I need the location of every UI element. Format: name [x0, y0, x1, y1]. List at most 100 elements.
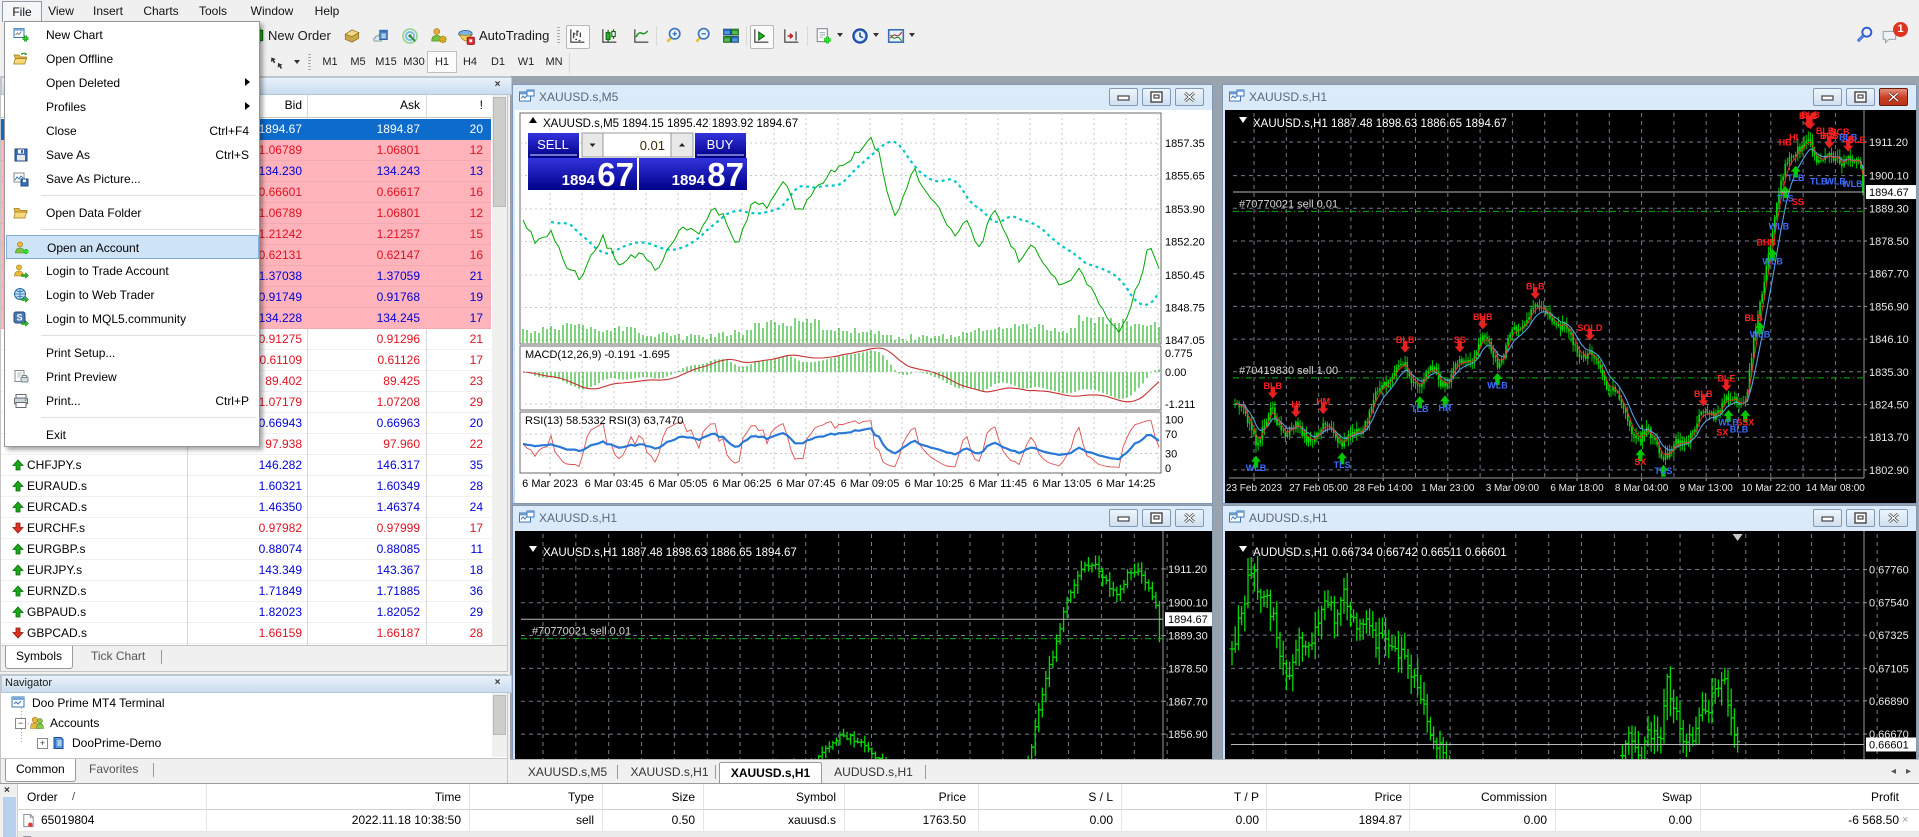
menu-item-open-offline[interactable]: Open Offline	[6, 47, 259, 71]
mw-row[interactable]: EURJPY.s143.349143.36718	[1, 560, 491, 581]
menu-file[interactable]: File	[2, 1, 42, 22]
mw-row[interactable]: EURCAD.s1.463501.4637424	[1, 497, 491, 518]
menu-tools[interactable]: Tools	[189, 1, 237, 21]
nav-item-accounts[interactable]: −Accounts	[1, 713, 481, 733]
strategy-tester-icon-button[interactable]	[399, 25, 421, 47]
maximize-button[interactable]	[1142, 88, 1171, 106]
mw-row[interactable]: CHFJPY.s146.282146.31735	[1, 455, 491, 476]
timeframe-m1[interactable]: M1	[316, 52, 344, 72]
terminal-close-icon[interactable]: ×	[4, 785, 10, 796]
tab-favorites[interactable]: Favorites	[79, 759, 148, 781]
market-watch-close-icon[interactable]: ×	[492, 79, 503, 90]
templates-icon-button[interactable]	[885, 25, 907, 47]
close-button[interactable]	[1879, 509, 1908, 527]
chart-window-titlebar[interactable]: XAUUSD.s,H1	[513, 506, 1212, 531]
maximize-button[interactable]	[1142, 509, 1171, 527]
timeframe-mn[interactable]: MN	[540, 52, 568, 72]
menu-item-profiles[interactable]: Profiles	[6, 95, 259, 119]
menu-help[interactable]: Help	[307, 1, 347, 21]
window-tab-1[interactable]: XAUUSD.s,M5	[522, 762, 613, 783]
timeframe-d1[interactable]: D1	[484, 52, 512, 72]
nav-scrollbar-thumb[interactable]	[493, 695, 506, 735]
menu-view[interactable]: View	[40, 1, 82, 21]
menu-item-print-[interactable]: Print...Ctrl+P	[6, 389, 259, 413]
tabs-scroll-right-icon[interactable]: ▸	[1906, 766, 1911, 777]
terminal-col-profit[interactable]: Profit	[1739, 787, 1899, 807]
mw-row[interactable]: EURNZD.s1.718491.7188536	[1, 581, 491, 602]
auto-scroll-icon-button[interactable]	[750, 25, 774, 49]
nav-item-dooprime-demo[interactable]: +DooPrime-Demo	[1, 733, 481, 753]
mw-col-spread[interactable]: !	[427, 95, 483, 116]
close-order-icon[interactable]: ×	[1902, 810, 1908, 831]
periods-icon-button[interactable]	[849, 25, 871, 47]
minimize-button[interactable]	[1813, 88, 1842, 106]
tile-windows-icon-button[interactable]	[720, 25, 742, 47]
menu-item-close[interactable]: CloseCtrl+F4	[6, 119, 259, 143]
terminal-row[interactable]: 650198042022.11.18 10:38:50sell0.50xauus…	[18, 810, 1919, 831]
maximize-button[interactable]	[1846, 509, 1875, 527]
bar-chart-icon-button[interactable]	[566, 25, 590, 49]
terminal-col-sl[interactable]: S / L	[953, 787, 1113, 807]
close-button[interactable]	[1175, 88, 1204, 106]
market-watch-icon-button[interactable]	[341, 25, 363, 47]
maximize-button[interactable]	[1846, 88, 1875, 106]
search-button[interactable]	[1855, 26, 1875, 46]
tab-tick-chart[interactable]: Tick Chart	[81, 646, 155, 668]
zoom-out-icon-button[interactable]	[691, 25, 713, 47]
nav-scrollbar[interactable]	[492, 693, 507, 757]
menu-item-open-an-account[interactable]: Open an Account	[6, 235, 259, 259]
minimize-button[interactable]	[1109, 509, 1138, 527]
window-tab-4[interactable]: AUDUSD.s,H1	[827, 762, 920, 783]
cursor-modes-button[interactable]	[266, 52, 288, 74]
terminal-col-size[interactable]: Size	[535, 787, 695, 807]
timeframe-m30[interactable]: M30	[400, 52, 428, 72]
dropdown-arrow-icon[interactable]	[873, 33, 879, 37]
autotrading-icon-button[interactable]	[455, 25, 477, 47]
terminal-col-tp[interactable]: T / P	[1099, 787, 1259, 807]
terminal-col-price[interactable]: Price	[806, 787, 966, 807]
chart-window-titlebar[interactable]: AUDUSD.s,H1	[1223, 506, 1916, 531]
data-window-icon-button[interactable]	[370, 25, 392, 47]
indicators-icon-button[interactable]	[813, 25, 835, 47]
dropdown-arrow-icon[interactable]	[837, 33, 843, 37]
expand-box-icon[interactable]: +	[37, 738, 48, 749]
menu-item-print-setup-[interactable]: Print Setup...	[6, 341, 259, 365]
menu-item-login-to-web-trader[interactable]: Login to Web Trader	[6, 283, 259, 307]
chart-window-titlebar[interactable]: XAUUSD.s,H1	[1223, 85, 1916, 110]
tab-symbols[interactable]: Symbols	[5, 646, 73, 669]
mw-row[interactable]: GBPAUD.s1.820231.8205229	[1, 602, 491, 623]
timeframe-m5[interactable]: M5	[344, 52, 372, 72]
menu-item-login-to-mql5-community[interactable]: SLogin to MQL5.community	[6, 307, 259, 331]
close-button[interactable]	[1175, 509, 1204, 527]
mw-col-ask[interactable]: Ask	[308, 95, 420, 116]
chart-shift-icon-button[interactable]	[780, 25, 802, 47]
terminal-row[interactable]: 704198302022.12.13 16:00:00sell1.00xauus…	[18, 832, 1919, 837]
menu-item-print-preview[interactable]: Print Preview	[6, 365, 259, 389]
close-button[interactable]	[1879, 88, 1908, 106]
chart-window-titlebar[interactable]: XAUUSD.s,M5	[513, 85, 1212, 110]
menu-insert[interactable]: Insert	[84, 1, 132, 21]
timeframe-m15[interactable]: M15	[372, 52, 400, 72]
menu-item-open-deleted[interactable]: Open Deleted	[6, 71, 259, 95]
terminal-col-order[interactable]: Order	[27, 787, 127, 807]
mw-row[interactable]: EURCHF.s0.979820.9799917	[1, 518, 491, 539]
chart-canvas-2[interactable]: 1911.201900.101889.301878.501867.701856.…	[1225, 110, 1916, 503]
tab-common[interactable]: Common	[5, 759, 76, 782]
new-order-label[interactable]: New Order	[268, 28, 331, 44]
chart-canvas-1[interactable]: 1857.351855.651853.901852.201850.451848.…	[515, 110, 1212, 503]
tabs-scroll-left-icon[interactable]: ◂	[1891, 766, 1896, 777]
menu-charts[interactable]: Charts	[134, 1, 188, 21]
line-chart-icon-button[interactable]	[630, 25, 652, 47]
terminal-col-commission[interactable]: Commission	[1387, 787, 1547, 807]
menu-item-save-as[interactable]: Save AsCtrl+S	[6, 143, 259, 167]
minimize-button[interactable]	[1109, 88, 1138, 106]
menu-item-open-data-folder[interactable]: Open Data Folder	[6, 201, 259, 225]
zoom-in-icon-button[interactable]	[662, 25, 684, 47]
expert-advisors-icon-button[interactable]	[428, 25, 450, 47]
minimize-button[interactable]	[1813, 509, 1842, 527]
dropdown-arrow-icon[interactable]	[294, 60, 300, 64]
mw-row[interactable]: EURAUD.s1.603211.6034928	[1, 476, 491, 497]
window-tab-3[interactable]: XAUUSD.s,H1	[719, 762, 822, 784]
candle-chart-icon-button[interactable]	[598, 25, 620, 47]
timeframe-h1[interactable]: H1	[427, 51, 457, 73]
